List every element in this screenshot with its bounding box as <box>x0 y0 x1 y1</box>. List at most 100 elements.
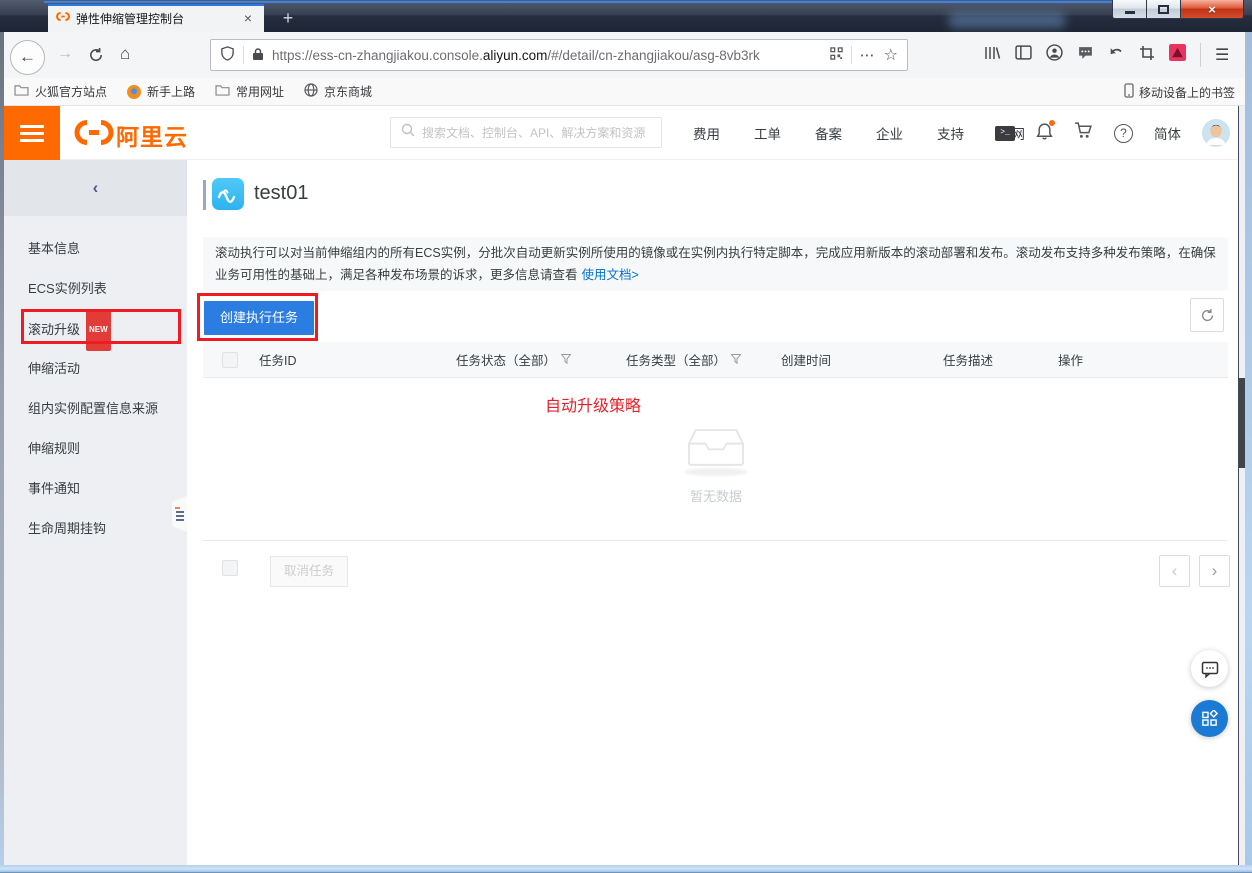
user-avatar[interactable] <box>1202 119 1230 147</box>
reload-icon[interactable] <box>88 47 104 68</box>
bookmark-item[interactable]: 常用网址 <box>215 83 284 100</box>
maximize-icon <box>1158 4 1169 14</box>
sidebar-item-ecs-instances[interactable]: ECS实例列表 <box>4 269 187 309</box>
filter-icon[interactable] <box>730 353 742 367</box>
console-search-box[interactable] <box>390 117 662 148</box>
bookmark-item[interactable]: 火狐官方站点 <box>14 83 107 100</box>
title-accent-bar <box>203 180 206 210</box>
footer-checkbox[interactable] <box>222 560 238 576</box>
undo-icon[interactable] <box>1108 46 1125 65</box>
next-page-button[interactable]: › <box>1199 555 1230 587</box>
notification-dot <box>1049 119 1055 126</box>
folder-icon <box>14 84 29 99</box>
url-bar[interactable]: https://ess-cn-zhangjiakou.console.aliyu… <box>210 39 908 71</box>
bookmarks-bar: 火狐官方站点 新手上路 常用网址 京东商城 移动设备上的书签 <box>4 78 1245 106</box>
description-text: 滚动执行可以对当前伸缩组内的所有ECS实例，分批次自动更新实例所使用的镜像或在实… <box>215 246 1216 282</box>
browser-toolbar: ← → ⌂ https://ess-cn-zhangjiakou.console… <box>4 32 1245 78</box>
mobile-bookmarks[interactable]: 移动设备上的书签 <box>1124 78 1235 106</box>
sidebar-menu: 基本信息 ECS实例列表 滚动升级 NEW 伸缩活动 组内实例配置信息来源 伸缩规… <box>4 216 187 549</box>
search-icon <box>401 123 415 142</box>
notifications-bell-icon[interactable] <box>1036 119 1055 145</box>
console-menu-hamburger[interactable] <box>4 106 60 160</box>
phone-icon <box>1124 83 1134 101</box>
sidebar-collapse-button[interactable]: ‹ <box>4 160 187 216</box>
account-icon[interactable] <box>1046 44 1063 66</box>
doc-link[interactable]: 使用文档> <box>582 268 639 282</box>
extension-logo-icon[interactable] <box>1169 44 1186 66</box>
window-border-right <box>1245 32 1252 865</box>
refresh-button[interactable] <box>1190 298 1224 332</box>
menu-hamburger-icon[interactable]: ☰ <box>1215 45 1229 65</box>
tab-title: 弹性伸缩管理控制台 <box>76 11 185 26</box>
language-switch[interactable]: 简体 <box>1154 123 1181 143</box>
sidebar-item-scaling-rules[interactable]: 伸缩规则 <box>4 429 187 469</box>
aliyun-logo-text: 阿里云 <box>116 124 188 150</box>
scrollbar-track[interactable] <box>1238 106 1245 865</box>
toolbar-separator <box>1200 43 1201 67</box>
table-header-row: 任务ID 任务状态（全部） 任务类型（全部） 创建时间 任务描述 操作 <box>203 342 1228 378</box>
grid-icon <box>1202 710 1218 726</box>
bookmark-item[interactable]: 京东商城 <box>304 83 372 100</box>
minimize-icon <box>1124 10 1135 14</box>
select-all-checkbox[interactable] <box>222 351 238 368</box>
table-bottom-border <box>203 540 1228 541</box>
home-icon[interactable]: ⌂ <box>120 44 130 64</box>
search-input[interactable] <box>422 125 651 140</box>
maximize-button[interactable] <box>1146 0 1181 19</box>
browser-tab[interactable]: 弹性伸缩管理控制台 × <box>48 4 264 32</box>
column-task-status: 任务状态（全部） <box>456 354 557 368</box>
nav-item-support[interactable]: 支持 <box>920 123 981 143</box>
cloudshell-icon[interactable]: >_ <box>995 125 1015 141</box>
minimize-button[interactable] <box>1112 0 1147 19</box>
browser-window: 弹性伸缩管理控制台 × + × ← → ⌂ https://ess-cn-zha… <box>0 0 1252 873</box>
forward-button[interactable]: → <box>57 45 73 63</box>
empty-text: 暂无数据 <box>689 489 742 504</box>
chat-icon <box>1201 661 1218 678</box>
column-actions: 操作 <box>1058 354 1084 368</box>
sidebar-item-basic-info[interactable]: 基本信息 <box>4 229 187 269</box>
new-tab-button[interactable]: + <box>277 8 299 30</box>
sidebar-item-event-notifications[interactable]: 事件通知 <box>4 469 187 509</box>
chat-bubble-icon[interactable] <box>1077 45 1094 66</box>
close-button[interactable]: × <box>1180 0 1244 19</box>
crop-icon[interactable] <box>1139 45 1155 66</box>
aliyun-logo[interactable]: 阿里云 <box>74 118 188 152</box>
qr-code-icon[interactable] <box>829 47 843 63</box>
tab-close-icon[interactable]: × <box>240 10 256 26</box>
annotation-text: 自动升级策略 <box>545 398 642 415</box>
feedback-chat-button[interactable] <box>1191 650 1228 687</box>
nav-item-tickets[interactable]: 工单 <box>737 123 798 143</box>
active-tab-stripe <box>48 4 264 6</box>
bookmark-item[interactable]: 新手上路 <box>127 83 195 100</box>
library-icon[interactable] <box>984 45 1001 66</box>
cancel-task-button[interactable]: 取消任务 <box>270 556 348 587</box>
sidebar-edge-toggle[interactable] <box>172 496 187 532</box>
back-button[interactable]: ← <box>10 40 45 75</box>
console-topbar: 阿里云 费用 工单 备案 企业 支持 官网 >_ ? 简体 <box>4 106 1238 160</box>
column-create-time: 创建时间 <box>781 354 832 368</box>
nav-item-billing[interactable]: 费用 <box>676 123 737 143</box>
nav-item-enterprise[interactable]: 企业 <box>859 123 920 143</box>
nav-item-icp[interactable]: 备案 <box>798 123 859 143</box>
url-text[interactable]: https://ess-cn-zhangjiakou.console.aliyu… <box>272 48 822 63</box>
sidebar-item-scaling-activities[interactable]: 伸缩活动 <box>4 349 187 389</box>
quick-apps-button[interactable] <box>1191 700 1228 737</box>
sidebar-item-instance-config-source[interactable]: 组内实例配置信息来源 <box>4 389 187 429</box>
empty-icon-shadow <box>684 468 748 476</box>
lock-icon[interactable] <box>252 47 264 64</box>
prev-page-button[interactable]: ‹ <box>1159 555 1190 587</box>
filter-icon[interactable] <box>560 353 572 367</box>
page-actions-icon[interactable]: ⋯ <box>860 46 876 64</box>
firefox-icon <box>127 84 142 99</box>
url-divider <box>850 46 852 64</box>
bookmark-star-icon[interactable]: ☆ <box>884 45 898 65</box>
help-icon[interactable]: ? <box>1114 123 1133 143</box>
sidebar-item-lifecycle-hooks[interactable]: 生命周期挂钩 <box>4 509 187 549</box>
window-border-left <box>0 32 4 865</box>
console-nav-menu: 费用 工单 备案 企业 支持 官网 <box>676 106 1042 160</box>
sidebar-toggle-icon[interactable] <box>1015 45 1032 65</box>
cart-icon[interactable] <box>1074 122 1093 144</box>
refresh-icon <box>1201 308 1213 321</box>
description-banner: 滚动执行可以对当前伸缩组内的所有ECS实例，分批次自动更新实例所使用的镜像或在实… <box>203 237 1228 291</box>
tracking-shield-icon[interactable] <box>220 46 235 64</box>
